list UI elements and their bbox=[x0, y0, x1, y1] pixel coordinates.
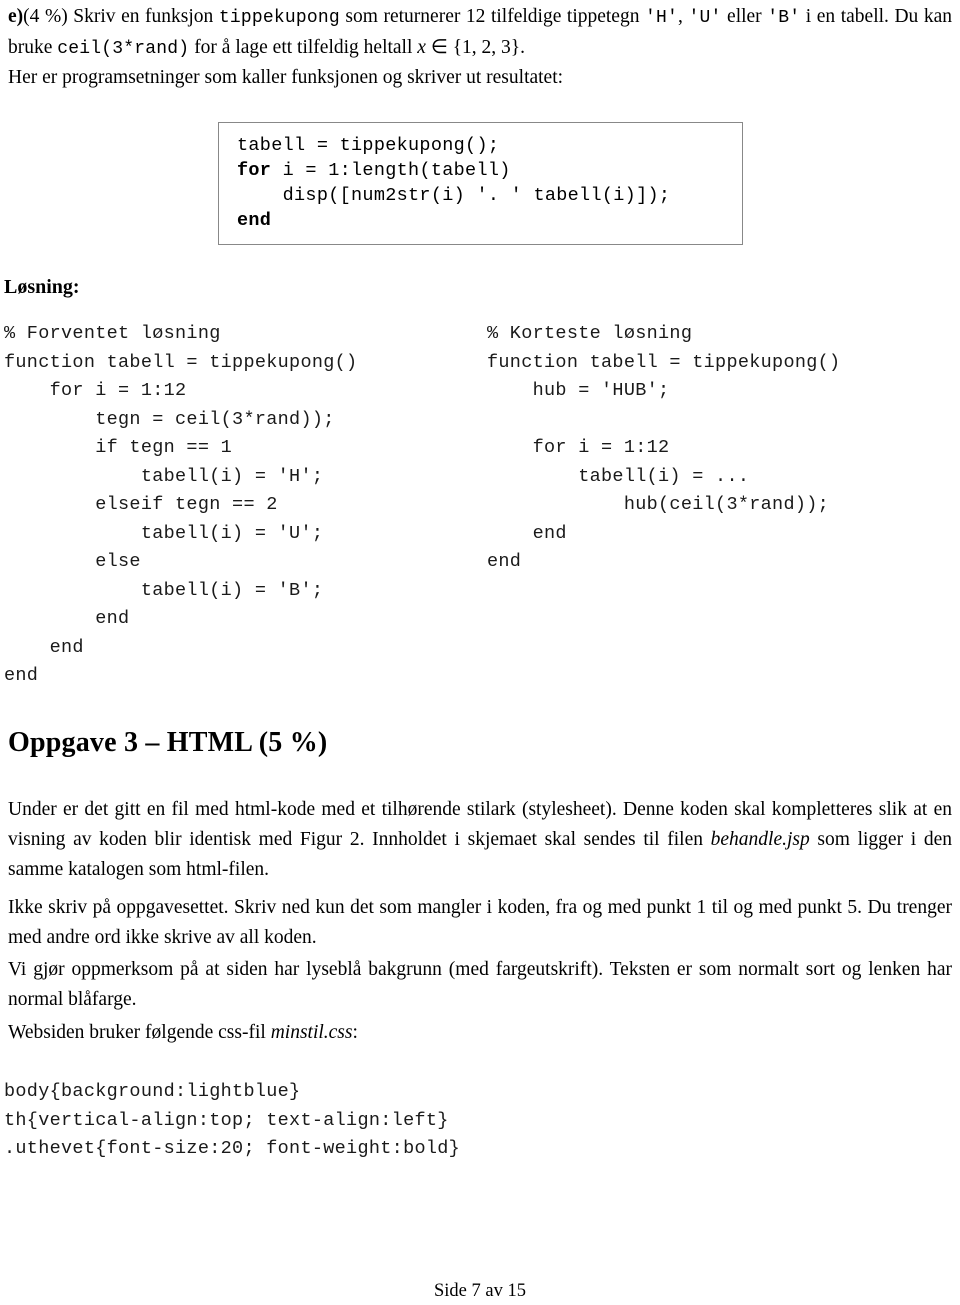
question-label: e) bbox=[8, 6, 24, 27]
math-element-of-symbol: ∈ bbox=[425, 37, 453, 58]
code-line-3: disp([num2str(i) '. ' tabell(i)]); bbox=[237, 185, 671, 206]
paragraph-4: Websiden bruker følgende css-fil minstil… bbox=[8, 1018, 952, 1048]
question-text-6: . bbox=[520, 37, 526, 58]
css-listing: body{background:lightblue} th{vertical-a… bbox=[4, 1081, 461, 1159]
inline-code-tippekupong: tippekupong bbox=[218, 8, 340, 28]
question-text-5: for å lage ett tilfeldig heltall bbox=[189, 37, 418, 58]
question-text-2: som returnerer 12 tilfeldige tippetegn bbox=[339, 6, 646, 27]
math-set-values: {1, 2, 3} bbox=[452, 37, 521, 58]
page-footer: Side 7 av 15 bbox=[434, 1281, 526, 1301]
solution-code-right: % Korteste løsning function tabell = tip… bbox=[487, 323, 841, 572]
code-keyword-for: for bbox=[237, 160, 272, 181]
code-box: tabell = tippekupong(); for i = 1:length… bbox=[218, 122, 743, 245]
filename-behandle-jsp: behandle.jsp bbox=[710, 829, 810, 850]
solution-heading: Løsning: bbox=[4, 276, 80, 298]
solution-code-left: % Forventet løsning function tabell = ti… bbox=[4, 323, 358, 686]
paragraph-4-text-b: : bbox=[352, 1022, 358, 1043]
paragraph-1: Under er det gitt en fil med html-kode m… bbox=[8, 795, 952, 885]
inline-code-ceil-rand: ceil(3*rand) bbox=[57, 39, 190, 59]
math-variable-x: x bbox=[417, 37, 426, 58]
paragraph-2: Ikke skriv på oppgavesettet. Skriv ned k… bbox=[8, 897, 952, 948]
question-sep-1: , bbox=[678, 6, 689, 27]
inline-code-char-b: 'B' bbox=[767, 8, 801, 28]
question-points: (4 %) bbox=[23, 6, 68, 27]
question-e-paragraph: e)(4 %) Skriv en funksjon tippekupong so… bbox=[8, 2, 952, 64]
paragraph-3: Vi gjør oppmerksom på at siden har lyseb… bbox=[8, 959, 952, 1010]
code-box-content: tabell = tippekupong(); for i = 1:length… bbox=[219, 123, 742, 233]
question-text-1: Skriv en funksjon bbox=[67, 6, 219, 27]
oppgave3-heading: Oppgave 3 – HTML (5 %) bbox=[8, 727, 328, 758]
inline-code-char-h: 'H' bbox=[645, 8, 679, 28]
inline-code-char-u: 'U' bbox=[688, 8, 722, 28]
question-text-3: eller bbox=[721, 6, 768, 27]
code-line-1: tabell = tippekupong(); bbox=[237, 135, 500, 156]
filename-minstil-css: minstil.css bbox=[270, 1022, 353, 1043]
document-page: e)(4 %) Skriv en funksjon tippekupong so… bbox=[0, 0, 960, 1305]
paragraph-4-text-a: Websiden bruker følgende css-fil bbox=[8, 1022, 271, 1043]
code-keyword-end: end bbox=[237, 210, 272, 231]
code-line-2-rest: i = 1:length(tabell) bbox=[271, 160, 511, 181]
intro-paragraph: Her er programsetninger som kaller funks… bbox=[8, 67, 564, 88]
